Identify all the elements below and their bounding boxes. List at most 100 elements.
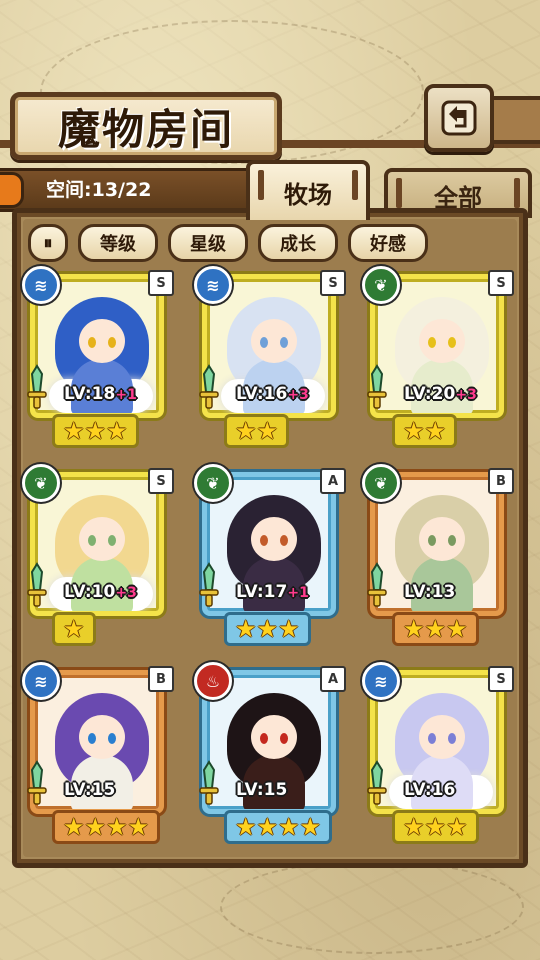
- portrait-eye: [260, 337, 268, 348]
- level-bonus: +3: [455, 387, 477, 403]
- leaf-icon: ❦: [22, 464, 60, 502]
- monster-card[interactable]: ♨ A LV:15 ★★★★: [194, 662, 346, 844]
- portrait-eye: [108, 733, 116, 744]
- portrait-eye: [260, 535, 268, 546]
- star-rating: ★: [52, 612, 96, 646]
- portrait-eye: [108, 535, 116, 546]
- back-button[interactable]: [424, 84, 494, 152]
- portrait-eye: [428, 337, 436, 348]
- sword-icon: [367, 760, 387, 805]
- level-label: LV:20+3: [404, 384, 477, 404]
- portrait-face: [419, 319, 465, 363]
- water-waves-icon: ≋: [22, 266, 60, 304]
- portrait-eye: [448, 535, 456, 546]
- map-contour: [220, 860, 524, 954]
- sword-icon: [199, 562, 219, 607]
- star-rating: ★★★: [52, 414, 139, 448]
- monster-card[interactable]: ❦ S LV:20+3 ★★: [362, 266, 514, 448]
- sword-icon: [27, 562, 47, 607]
- level-value: LV:16: [236, 384, 288, 404]
- portrait-eye: [88, 337, 96, 348]
- tab-decoration: [258, 170, 264, 200]
- monster-card[interactable]: ❦ A LV:17+1 ★★★: [194, 464, 346, 646]
- rank-badge: B: [148, 666, 174, 692]
- tab-label: 牧场: [284, 179, 332, 209]
- level-value: LV:15: [64, 780, 116, 800]
- sort-affection-button[interactable]: 好感: [348, 224, 428, 262]
- level-value: LV:20: [404, 384, 456, 404]
- portrait-eye: [108, 337, 116, 348]
- rank-badge: S: [488, 270, 514, 296]
- portrait-eye: [428, 535, 436, 546]
- portrait-face: [419, 517, 465, 561]
- rank-badge: S: [148, 270, 174, 296]
- flame-icon: ♨: [194, 662, 232, 700]
- tab-decoration: [352, 170, 358, 200]
- portrait-face: [251, 517, 297, 561]
- star-rating: ★★★: [392, 810, 479, 844]
- title-plaque: 魔物房间: [10, 92, 282, 160]
- sword-icon: [27, 760, 47, 805]
- level-value: LV:15: [236, 780, 288, 800]
- sort-star-button[interactable]: 星级: [168, 224, 248, 262]
- portrait-eye: [448, 337, 456, 348]
- tab-pasture[interactable]: 牧场: [246, 160, 370, 220]
- sort-level-button[interactable]: 等级: [78, 224, 158, 262]
- water-waves-icon: ≋: [22, 662, 60, 700]
- level-value: LV:13: [404, 582, 456, 602]
- monster-card[interactable]: ≋ B LV:15 ★★★★: [22, 662, 174, 844]
- star-rating: ★★★★: [52, 810, 161, 844]
- leaf-icon: ❦: [362, 464, 400, 502]
- level-label: LV:13: [404, 582, 455, 602]
- portrait-face: [419, 715, 465, 759]
- level-label: LV:10+3: [64, 582, 137, 602]
- level-label: LV:16: [404, 780, 455, 800]
- leaf-icon: ❦: [362, 266, 400, 304]
- level-value: LV:17: [236, 582, 288, 602]
- water-waves-icon: ≋: [194, 266, 232, 304]
- level-bonus: +1: [287, 585, 309, 601]
- star-rating: ★★: [392, 414, 458, 448]
- level-label: LV:17+1: [236, 582, 309, 602]
- sword-icon: [367, 364, 387, 409]
- star-rating: ★★★: [224, 612, 311, 646]
- tab-decoration: [514, 178, 520, 208]
- portrait-face: [79, 715, 125, 759]
- sword-icon: [199, 760, 219, 805]
- level-label: LV:16+3: [236, 384, 309, 404]
- portrait-eye: [428, 733, 436, 744]
- monster-card[interactable]: ❦ S LV:10+3 ★: [22, 464, 174, 646]
- rank-badge: S: [488, 666, 514, 692]
- sort-growth-button[interactable]: 成长: [258, 224, 338, 262]
- expand-arrow[interactable]: [0, 172, 24, 208]
- portrait-eye: [88, 535, 96, 546]
- rank-badge: B: [488, 468, 514, 494]
- portrait-eye: [88, 733, 96, 744]
- level-label: LV:15: [64, 780, 115, 800]
- level-bonus: +1: [115, 387, 137, 403]
- monster-card[interactable]: ≋ S LV:16+3 ★★: [194, 266, 346, 448]
- monster-card[interactable]: ≋ S LV:16 ★★★: [362, 662, 514, 844]
- sword-icon: [27, 364, 47, 409]
- level-value: LV:16: [404, 780, 456, 800]
- level-bonus: +3: [287, 387, 309, 403]
- sword-icon: [199, 364, 219, 409]
- portrait-eye: [280, 337, 288, 348]
- level-label: LV:18+1: [64, 384, 137, 404]
- star-rating: ★★★: [392, 612, 479, 646]
- page-title: 魔物房间: [57, 104, 234, 154]
- portrait-eye: [448, 733, 456, 744]
- rank-badge: S: [320, 270, 346, 296]
- star-rating: ★★: [224, 414, 290, 448]
- level-value: LV:10: [64, 582, 116, 602]
- sort-bar: ⏸ 等级 星级 成长 好感: [28, 224, 428, 262]
- star-rating: ★★★★: [224, 810, 333, 844]
- rank-badge: S: [148, 468, 174, 494]
- portrait-eye: [260, 733, 268, 744]
- rank-badge: A: [320, 468, 346, 494]
- monster-card[interactable]: ❦ B LV:13 ★★★: [362, 464, 514, 646]
- monster-card[interactable]: ≋ S LV:18+1 ★★★: [22, 266, 174, 448]
- back-arrow-icon: [441, 100, 477, 136]
- sort-order-toggle[interactable]: ⏸: [28, 224, 68, 262]
- portrait-face: [79, 319, 125, 363]
